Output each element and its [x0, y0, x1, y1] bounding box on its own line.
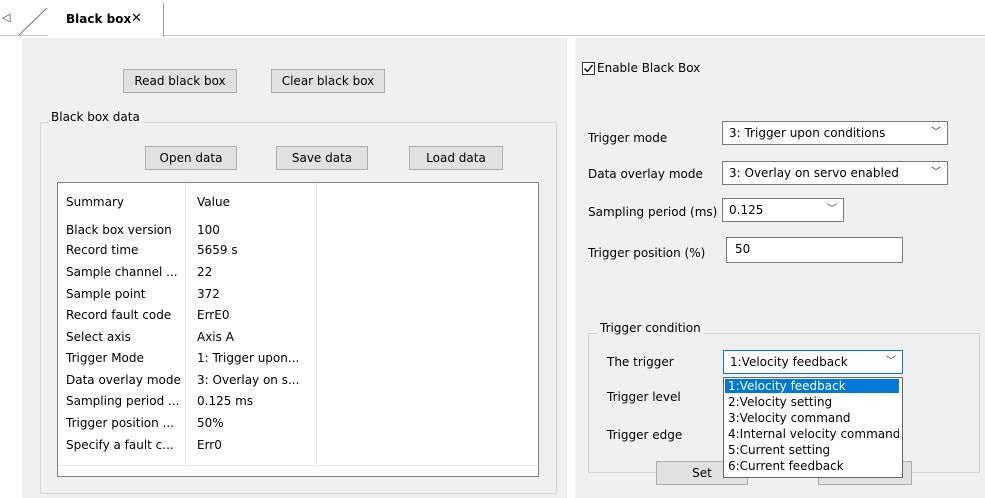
table-cell-summary: Trigger Mode [66, 351, 144, 365]
dropdown-option[interactable]: 3:Velocity command [725, 411, 899, 425]
save-data-button[interactable]: Save data [276, 146, 368, 170]
table-cell-value: 50% [197, 416, 224, 430]
table-cell-value: 100 [197, 223, 220, 237]
load-data-button[interactable]: Load data [409, 146, 503, 170]
black-box-data-table[interactable]: Summary Value Black box version 100 Reco… [57, 182, 539, 477]
table-cell-value: 1: Trigger upon... [197, 351, 300, 365]
trigger-dropdown-list[interactable]: 1:Velocity feedback 2:Velocity setting 3… [723, 377, 903, 478]
table-cell-value: 3: Overlay on s... [197, 373, 300, 387]
trigger-position-label: Trigger position (%) [588, 246, 706, 260]
dropdown-option[interactable]: 4:Internal velocity command [725, 427, 899, 441]
trigger-condition-title: Trigger condition [597, 321, 704, 335]
read-black-box-button[interactable]: Read black box [123, 69, 237, 93]
table-cell-value: 0.125 ms [197, 394, 254, 408]
check-icon [584, 64, 594, 73]
trigger-level-label: Trigger level [607, 390, 681, 404]
open-data-button[interactable]: Open data [145, 146, 237, 170]
table-cell-value: 5659 s [197, 243, 238, 257]
column-divider [316, 183, 317, 466]
column-divider [185, 183, 186, 466]
sampling-period-select[interactable]: 0.125 ﹀ [722, 198, 844, 222]
table-cell-value: Axis A [197, 330, 234, 344]
header-summary[interactable]: Summary [66, 195, 124, 209]
dropdown-option[interactable]: 1:Velocity feedback [725, 379, 899, 393]
table-cell-summary: Sampling period ... [66, 394, 180, 408]
chevron-down-icon: ﹀ [931, 167, 941, 178]
data-overlay-mode-label: Data overlay mode [588, 167, 703, 181]
trigger-position-input[interactable]: 50 [726, 237, 903, 263]
clear-black-box-button[interactable]: Clear black box [271, 69, 385, 93]
sampling-period-value: 0.125 [729, 203, 764, 217]
enable-black-box-checkbox[interactable] [582, 62, 595, 75]
table-cell-summary: Select axis [66, 330, 131, 344]
table-cell-summary: Sample point [66, 287, 146, 301]
the-trigger-label: The trigger [607, 355, 674, 369]
table-cell-summary: Record fault code [66, 308, 172, 322]
table-cell-summary: Data overlay mode [66, 373, 181, 387]
data-overlay-mode-select[interactable]: 3: Overlay on servo enabled ﹀ [722, 161, 948, 185]
chevron-down-icon: ﹀ [886, 356, 896, 367]
table-cell-value: 22 [197, 265, 213, 279]
table-cell-value: 372 [197, 287, 220, 301]
black-box-data-title: Black box data [48, 110, 143, 124]
trigger-mode-select[interactable]: 3: Trigger upon conditions ﹀ [722, 121, 948, 145]
table-cell-summary: Record time [66, 243, 139, 257]
trigger-mode-label: Trigger mode [588, 131, 668, 145]
enable-black-box-label[interactable]: Enable Black Box [597, 61, 700, 75]
table-cell-value: ErrE0 [197, 308, 230, 322]
close-icon[interactable]: ✕ [131, 11, 142, 26]
data-overlay-mode-value: 3: Overlay on servo enabled [729, 166, 899, 180]
table-cell-summary: Specify a fault c... [66, 438, 174, 452]
tab-separator [18, 7, 48, 36]
table-cell-summary: Black box version [66, 223, 172, 237]
trigger-edge-label: Trigger edge [607, 428, 683, 442]
tab-title[interactable]: Black box [66, 12, 131, 26]
sampling-period-label: Sampling period (ms) [588, 205, 718, 219]
table-cell-summary: Trigger position ... [66, 416, 174, 430]
table-cell-value: Err0 [197, 438, 222, 452]
table-bottom-line [58, 465, 538, 466]
chevron-down-icon: ﹀ [931, 127, 941, 138]
header-value[interactable]: Value [197, 195, 230, 209]
table-cell-summary: Sample channel ... [66, 265, 178, 279]
chevron-down-icon: ﹀ [827, 204, 837, 215]
back-arrow-icon[interactable]: ◁ [2, 11, 16, 25]
the-trigger-value: 1:Velocity feedback [730, 355, 848, 369]
the-trigger-select[interactable]: 1:Velocity feedback ﹀ [723, 350, 903, 374]
trigger-mode-value: 3: Trigger upon conditions [729, 126, 886, 140]
tab-strip: ◁ Black box ✕ [0, 0, 985, 37]
dropdown-option[interactable]: 2:Velocity setting [725, 395, 899, 409]
dropdown-option[interactable]: 6:Current feedback [725, 459, 899, 473]
dropdown-option[interactable]: 5:Current setting [725, 443, 899, 457]
